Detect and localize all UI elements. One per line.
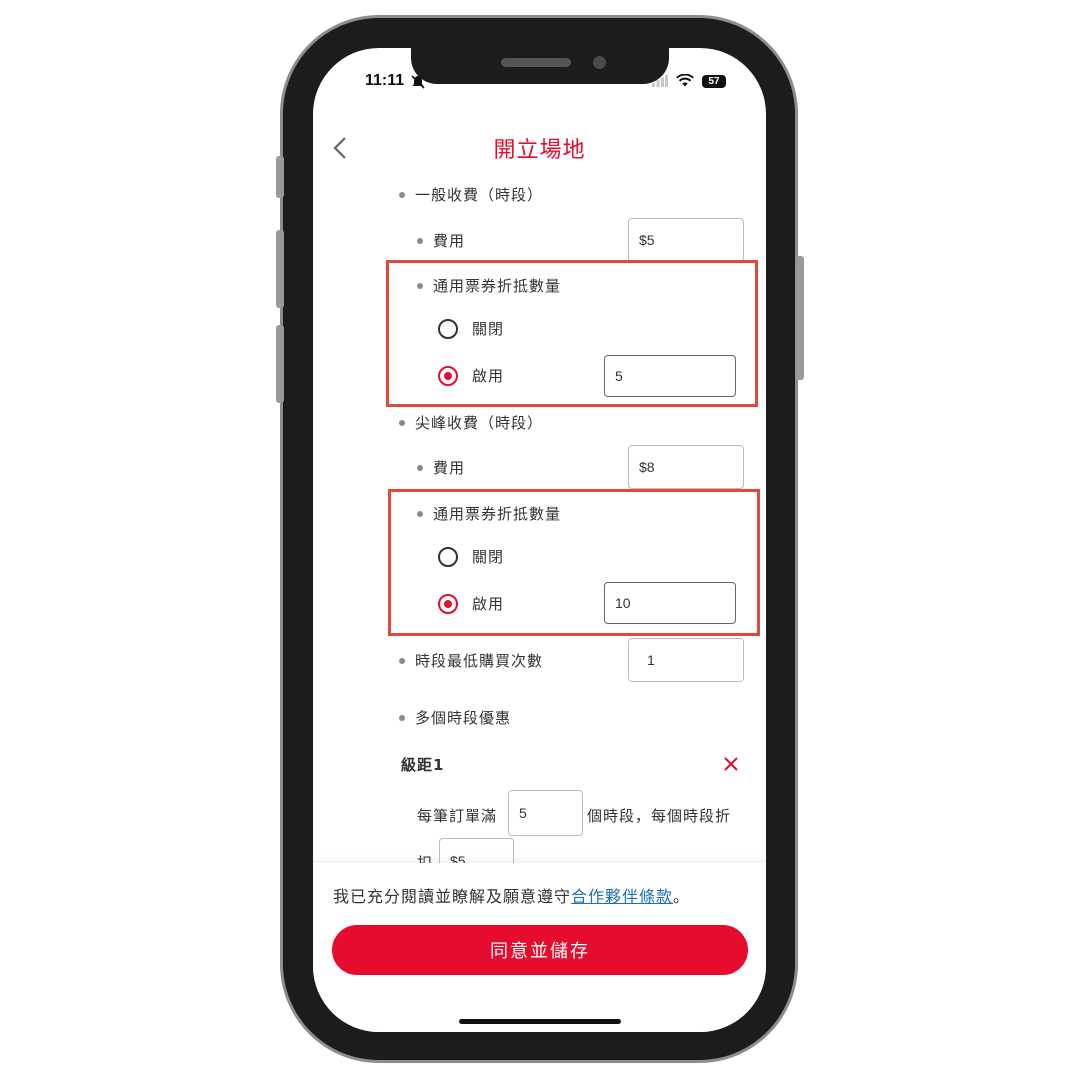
peak-fee-label: 尖峰收費（時段） <box>415 414 544 432</box>
bullet-dot <box>417 282 423 289</box>
agree-save-button[interactable]: 同意並儲存 <box>332 925 748 975</box>
battery-icon: 57 <box>702 75 726 88</box>
radio-unselected-icon <box>438 546 458 567</box>
volume-down-button <box>276 325 284 403</box>
general-fee-label: 一般收費（時段） <box>415 186 544 204</box>
bullet-dot <box>399 419 405 426</box>
volume-up-button <box>276 230 284 308</box>
terms-prefix: 我已充分閱讀並瞭解及願意遵守 <box>333 887 572 906</box>
mute-switch <box>276 156 284 198</box>
camera <box>593 56 606 69</box>
power-button <box>796 256 804 380</box>
peak-voucher-off-option[interactable]: 關閉 <box>438 546 504 567</box>
tier-title: 級距1 <box>401 756 445 774</box>
peak-fee-price-label: 費用 <box>433 459 466 477</box>
wifi-icon <box>676 72 694 91</box>
peak-voucher-off-label: 關閉 <box>472 548 505 566</box>
peak-voucher-label: 通用票券折抵數量 <box>433 505 562 523</box>
bullet-dot <box>417 464 423 471</box>
radio-selected-icon <box>438 593 458 614</box>
general-fee-input[interactable]: $5 <box>628 218 744 262</box>
speaker <box>501 58 571 67</box>
general-voucher-on-option[interactable]: 啟用 <box>438 365 504 386</box>
terms-end: 。 <box>673 887 691 906</box>
general-fee-heading: 一般收費（時段） <box>399 184 543 205</box>
signal-icon <box>652 72 668 91</box>
status-icons: 57 <box>652 72 726 91</box>
peak-fee-input[interactable]: $8 <box>628 445 744 489</box>
multi-discount-label: 多個時段優惠 <box>415 709 512 727</box>
home-indicator <box>459 1019 621 1024</box>
bullet-dot <box>417 510 423 517</box>
general-voucher-label: 通用票券折抵數量 <box>433 277 562 295</box>
bullet-dot <box>399 714 405 721</box>
close-icon[interactable] <box>723 756 739 776</box>
min-purchase-input[interactable]: 1 <box>628 638 744 682</box>
bullet-dot <box>399 657 405 664</box>
status-time: 11:11 <box>365 72 405 89</box>
multi-discount-row: 多個時段優惠 <box>399 707 511 728</box>
general-voucher-off-label: 關閉 <box>472 320 505 338</box>
peak-fee-row: 費用 <box>417 457 465 478</box>
general-fee-price-label: 費用 <box>433 232 466 250</box>
general-voucher-heading: 通用票券折抵數量 <box>417 275 561 296</box>
screen: 11:11 57 開立場地 一般收費（時段） 費用 $5 通用票券折抵數量 關閉 <box>313 48 766 1032</box>
tier-prefix: 每筆訂單滿 <box>417 807 498 825</box>
notch <box>411 48 669 84</box>
tier-count-input[interactable]: 5 <box>508 790 583 836</box>
peak-voucher-heading: 通用票券折抵數量 <box>417 503 561 524</box>
page-title: 開立場地 <box>493 138 586 163</box>
radio-unselected-icon <box>438 318 458 339</box>
peak-voucher-on-option[interactable]: 啟用 <box>438 593 504 614</box>
general-voucher-off-option[interactable]: 關閉 <box>438 318 504 339</box>
min-purchase-row: 時段最低購買次數 <box>399 650 543 671</box>
general-voucher-on-label: 啟用 <box>472 367 505 385</box>
min-purchase-label: 時段最低購買次數 <box>415 652 544 670</box>
radio-selected-icon <box>438 365 458 386</box>
partner-terms-link[interactable]: 合作夥伴條款 <box>571 887 673 906</box>
bullet-dot <box>399 191 405 198</box>
peak-voucher-input[interactable]: 10 <box>604 582 736 624</box>
general-fee-row: 費用 <box>417 230 465 251</box>
footer-panel: 我已充分閱讀並瞭解及願意遵守合作夥伴條款。 同意並儲存 <box>313 863 766 1032</box>
bullet-dot <box>417 237 423 244</box>
tier-suffix: 個時段，每個時段折 <box>587 807 732 825</box>
peak-voucher-on-label: 啟用 <box>472 595 505 613</box>
general-voucher-input[interactable]: 5 <box>604 355 736 397</box>
terms-text: 我已充分閱讀並瞭解及願意遵守合作夥伴條款。 <box>333 883 690 907</box>
peak-fee-heading: 尖峰收費（時段） <box>399 412 543 433</box>
